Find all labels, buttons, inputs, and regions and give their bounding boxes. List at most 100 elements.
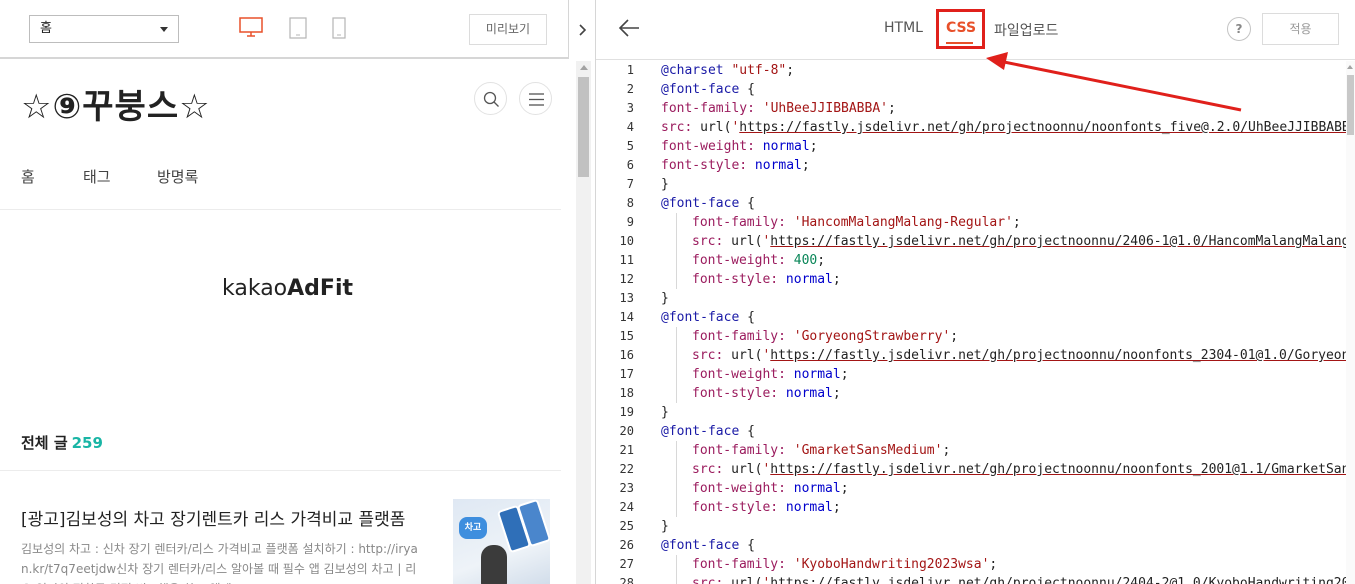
panel-toggle-button[interactable] bbox=[568, 0, 596, 59]
code-token: ; bbox=[840, 367, 849, 382]
code-token: https://fastly.jsdelivr.net/gh/projectno… bbox=[739, 120, 1346, 135]
post-total-count: 259 bbox=[71, 434, 103, 452]
tab-file-upload[interactable]: 파일업로드 bbox=[994, 20, 1058, 40]
editor-scrollbar[interactable] bbox=[1346, 61, 1355, 584]
code-line[interactable]: 6 font-style: normal; bbox=[596, 156, 1346, 175]
page-select[interactable]: 홈 bbox=[29, 15, 179, 43]
post-total-label: 전체 글 bbox=[21, 434, 68, 452]
line-number: 1 bbox=[626, 63, 634, 77]
code-line[interactable]: 2 @font-face { bbox=[596, 80, 1346, 99]
code-line[interactable]: 9 font-family: 'HancomMalangMalang-Regula… bbox=[596, 213, 1346, 232]
preview-button[interactable]: 미리보기 bbox=[469, 14, 547, 45]
code-token: { bbox=[739, 310, 755, 325]
code-line[interactable]: 21 font-family: 'GmarketSansMedium'; bbox=[596, 441, 1346, 460]
line-number: 14 bbox=[619, 310, 634, 324]
skin-editor: 홈 미리보기 ☆⑨꾸붕스☆ 홈 태그 방명록 kakaoAdFit 전체 글 2… bbox=[0, 0, 1355, 584]
code-line[interactable]: 20 @font-face { bbox=[596, 422, 1346, 441]
post-summary[interactable]: 김보성의 차고 : 신차 장기 렌터카/리스 가격비교 플랫폼 설치하기 : h… bbox=[21, 539, 426, 584]
code-line[interactable]: 24 font-style: normal; bbox=[596, 498, 1346, 517]
code-text: @font-face { bbox=[661, 422, 755, 441]
code-text: @font-face { bbox=[661, 308, 755, 327]
code-text: src: url('https://fastly.jsdelivr.net/gh… bbox=[661, 118, 1346, 137]
code-token: font-style: bbox=[692, 272, 786, 287]
code-token: src: bbox=[692, 348, 732, 363]
code-token: 400 bbox=[793, 253, 818, 268]
code-line[interactable]: 23 font-weight: normal; bbox=[596, 479, 1346, 498]
code-line[interactable]: 10 src: url('https://fastly.jsdelivr.net/… bbox=[596, 232, 1346, 251]
blog-logo[interactable]: ☆⑨꾸붕스☆ bbox=[21, 79, 211, 128]
blog-menu-button[interactable] bbox=[519, 82, 552, 115]
code-line[interactable]: 18 font-style: normal; bbox=[596, 384, 1346, 403]
code-line[interactable]: 19} bbox=[596, 403, 1346, 422]
code-line[interactable]: 4 src: url('https://fastly.jsdelivr.net/g… bbox=[596, 118, 1346, 137]
preview-scrollbar[interactable] bbox=[576, 61, 591, 584]
code-token: } bbox=[661, 177, 669, 192]
line-number: 7 bbox=[626, 177, 634, 191]
code-line[interactable]: 7} bbox=[596, 175, 1346, 194]
back-arrow-icon[interactable] bbox=[618, 17, 640, 43]
code-line[interactable]: 8 @font-face { bbox=[596, 194, 1346, 213]
line-number: 23 bbox=[619, 481, 634, 495]
code-token: } bbox=[661, 291, 669, 306]
css-code-editor[interactable]: 1 @charset "utf-8"; 2 @font-face {3 font-fam… bbox=[596, 61, 1346, 584]
blog-nav-home[interactable]: 홈 bbox=[21, 166, 35, 187]
line-number: 27 bbox=[619, 557, 634, 571]
code-text: font-family: 'GmarketSansMedium'; bbox=[692, 441, 950, 460]
code-line[interactable]: 26 @font-face { bbox=[596, 536, 1346, 555]
code-line[interactable]: 11 font-weight: 400; bbox=[596, 251, 1346, 270]
code-token: font-family: bbox=[692, 557, 794, 572]
code-text: font-family: 'GoryeongStrawberry'; bbox=[692, 327, 958, 346]
blog-nav-tag[interactable]: 태그 bbox=[83, 166, 111, 187]
code-line[interactable]: 27 font-family: 'KyoboHandwriting2023wsa'… bbox=[596, 555, 1346, 574]
code-token: font-weight: bbox=[661, 139, 763, 154]
code-token: "utf-8" bbox=[731, 63, 787, 78]
code-line[interactable]: 12 font-style: normal; bbox=[596, 270, 1346, 289]
help-icon[interactable]: ? bbox=[1227, 17, 1251, 41]
scroll-up-icon[interactable] bbox=[580, 65, 588, 70]
tab-html[interactable]: HTML bbox=[884, 20, 923, 36]
code-token: src: bbox=[692, 462, 732, 477]
code-token: font-weight: bbox=[692, 367, 794, 382]
scrollbar-thumb[interactable] bbox=[1347, 75, 1354, 135]
apply-button[interactable]: 적용 bbox=[1262, 13, 1339, 45]
kakao-adfit-banner[interactable]: kakaoAdFit bbox=[222, 276, 353, 301]
indent-guide bbox=[676, 555, 677, 584]
code-token: ; bbox=[832, 500, 841, 515]
code-line[interactable]: 22 src: url('https://fastly.jsdelivr.net/… bbox=[596, 460, 1346, 479]
code-line[interactable]: 15 font-family: 'GoryeongStrawberry'; bbox=[596, 327, 1346, 346]
code-token: normal bbox=[793, 367, 841, 382]
line-number: 10 bbox=[619, 234, 634, 248]
post-title[interactable]: [광고]김보성의 차고 장기렌트카 리스 가격비교 플랫폼 bbox=[21, 505, 405, 530]
code-line[interactable]: 3 font-family: 'UhBeeJJIBBABBA'; bbox=[596, 99, 1346, 118]
code-line[interactable]: 16 src: url('https://fastly.jsdelivr.net/… bbox=[596, 346, 1346, 365]
code-line[interactable]: 14 @font-face { bbox=[596, 308, 1346, 327]
code-line[interactable]: 5 font-weight: normal; bbox=[596, 137, 1346, 156]
code-token: font-family: bbox=[692, 443, 794, 458]
code-line[interactable]: 28 src: url('https://fastly.jsdelivr.net/… bbox=[596, 574, 1346, 584]
blog-nav-guestbook[interactable]: 방명록 bbox=[157, 166, 198, 187]
code-token: normal bbox=[762, 139, 810, 154]
code-line[interactable]: 25} bbox=[596, 517, 1346, 536]
code-token: https://fastly.jsdelivr.net/gh/projectno… bbox=[770, 576, 1346, 584]
line-number: 12 bbox=[619, 272, 634, 286]
mobile-icon[interactable] bbox=[332, 17, 346, 43]
desktop-icon[interactable] bbox=[239, 17, 263, 41]
code-panel: HTML CSS 파일업로드 ? 적용 1 @charset "utf-8"; 2 @… bbox=[596, 0, 1355, 584]
line-number: 5 bbox=[626, 139, 634, 153]
tablet-icon[interactable] bbox=[289, 17, 307, 43]
code-token: src: bbox=[661, 120, 701, 135]
code-line[interactable]: 13} bbox=[596, 289, 1346, 308]
person-image bbox=[481, 545, 507, 584]
code-panel-header: HTML CSS 파일업로드 ? 적용 bbox=[596, 0, 1355, 60]
blog-search-button[interactable] bbox=[474, 82, 507, 115]
code-token: 'GoryeongStrawberry' bbox=[793, 329, 951, 344]
code-line[interactable]: 1 @charset "utf-8"; bbox=[596, 61, 1346, 80]
scrollbar-thumb[interactable] bbox=[578, 77, 589, 177]
code-token: ; bbox=[809, 139, 818, 154]
code-token: } bbox=[661, 405, 669, 420]
code-line[interactable]: 17 font-weight: normal; bbox=[596, 365, 1346, 384]
post-thumbnail[interactable]: 차고 bbox=[453, 499, 550, 584]
code-token: url( bbox=[700, 120, 732, 135]
search-icon bbox=[483, 91, 499, 107]
scroll-up-icon[interactable] bbox=[1347, 65, 1353, 69]
